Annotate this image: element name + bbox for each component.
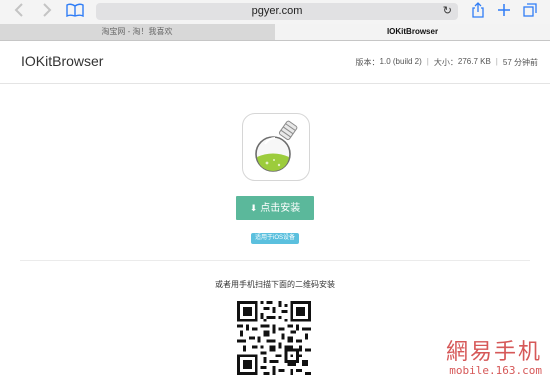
bookmarks-button[interactable] (65, 2, 85, 22)
install-label: 点击安装 (260, 203, 301, 214)
app-title: IOKitBrowser (21, 53, 104, 69)
size-label: 大小： (433, 58, 458, 67)
reload-icon[interactable]: ↻ (443, 3, 452, 20)
tab-iokitbrowser[interactable]: × IOKitBrowser (275, 24, 550, 40)
watermark-brand: 網易手机 (445, 340, 542, 365)
browser-toolbar: pgyer.com ↻ (0, 0, 550, 24)
plus-icon (498, 4, 510, 16)
chevron-right-icon (43, 3, 52, 17)
scan-instruction: 或者用手机扫描下面的二维码安装 (215, 280, 335, 289)
tab-bar: 淘宝网 - 淘！我喜欢 × IOKitBrowser (0, 24, 550, 41)
url-text: pgyer.com (251, 5, 303, 17)
back-button[interactable] (12, 2, 26, 22)
new-tab-button[interactable] (496, 2, 512, 22)
size-value: 276.7 KB (457, 57, 491, 66)
divider (20, 260, 530, 261)
qr-code (237, 301, 311, 375)
lightbulb-flask-icon (255, 120, 298, 172)
app-meta: 版本： 1.0 (build 2) | 大小： 276.7 KB | 57 分钟… (356, 57, 538, 68)
version-value: 1.0 (build 2) (379, 57, 422, 66)
app-icon (242, 113, 310, 181)
ios-device-badge: 适用于iOS设备 (251, 233, 299, 244)
version-label: 版本： (355, 58, 380, 67)
download-icon: ⬇ (249, 203, 258, 213)
tabs-button[interactable] (522, 2, 538, 22)
address-bar[interactable]: pgyer.com ↻ (96, 3, 458, 20)
app-header: IOKitBrowser 版本： 1.0 (build 2) | 大小： 276… (0, 41, 550, 84)
share-button[interactable] (470, 2, 486, 22)
open-book-icon (66, 3, 84, 18)
watermark: 網易手机 mobile.163.com (446, 334, 542, 377)
install-button[interactable]: ⬇ 点击安装 (236, 196, 314, 220)
share-icon (472, 2, 484, 18)
tab-label: IOKitBrowser (386, 27, 439, 36)
tabs-icon (523, 3, 537, 17)
forward-button[interactable] (40, 2, 54, 22)
meta-divider: | (495, 57, 498, 66)
chevron-left-icon (14, 3, 23, 17)
upload-time: 57 分钟前 (502, 58, 538, 67)
meta-divider: | (426, 57, 429, 66)
tab-taobao[interactable]: 淘宝网 - 淘！我喜欢 (0, 24, 274, 40)
watermark-url: mobile.163.com (449, 364, 542, 377)
